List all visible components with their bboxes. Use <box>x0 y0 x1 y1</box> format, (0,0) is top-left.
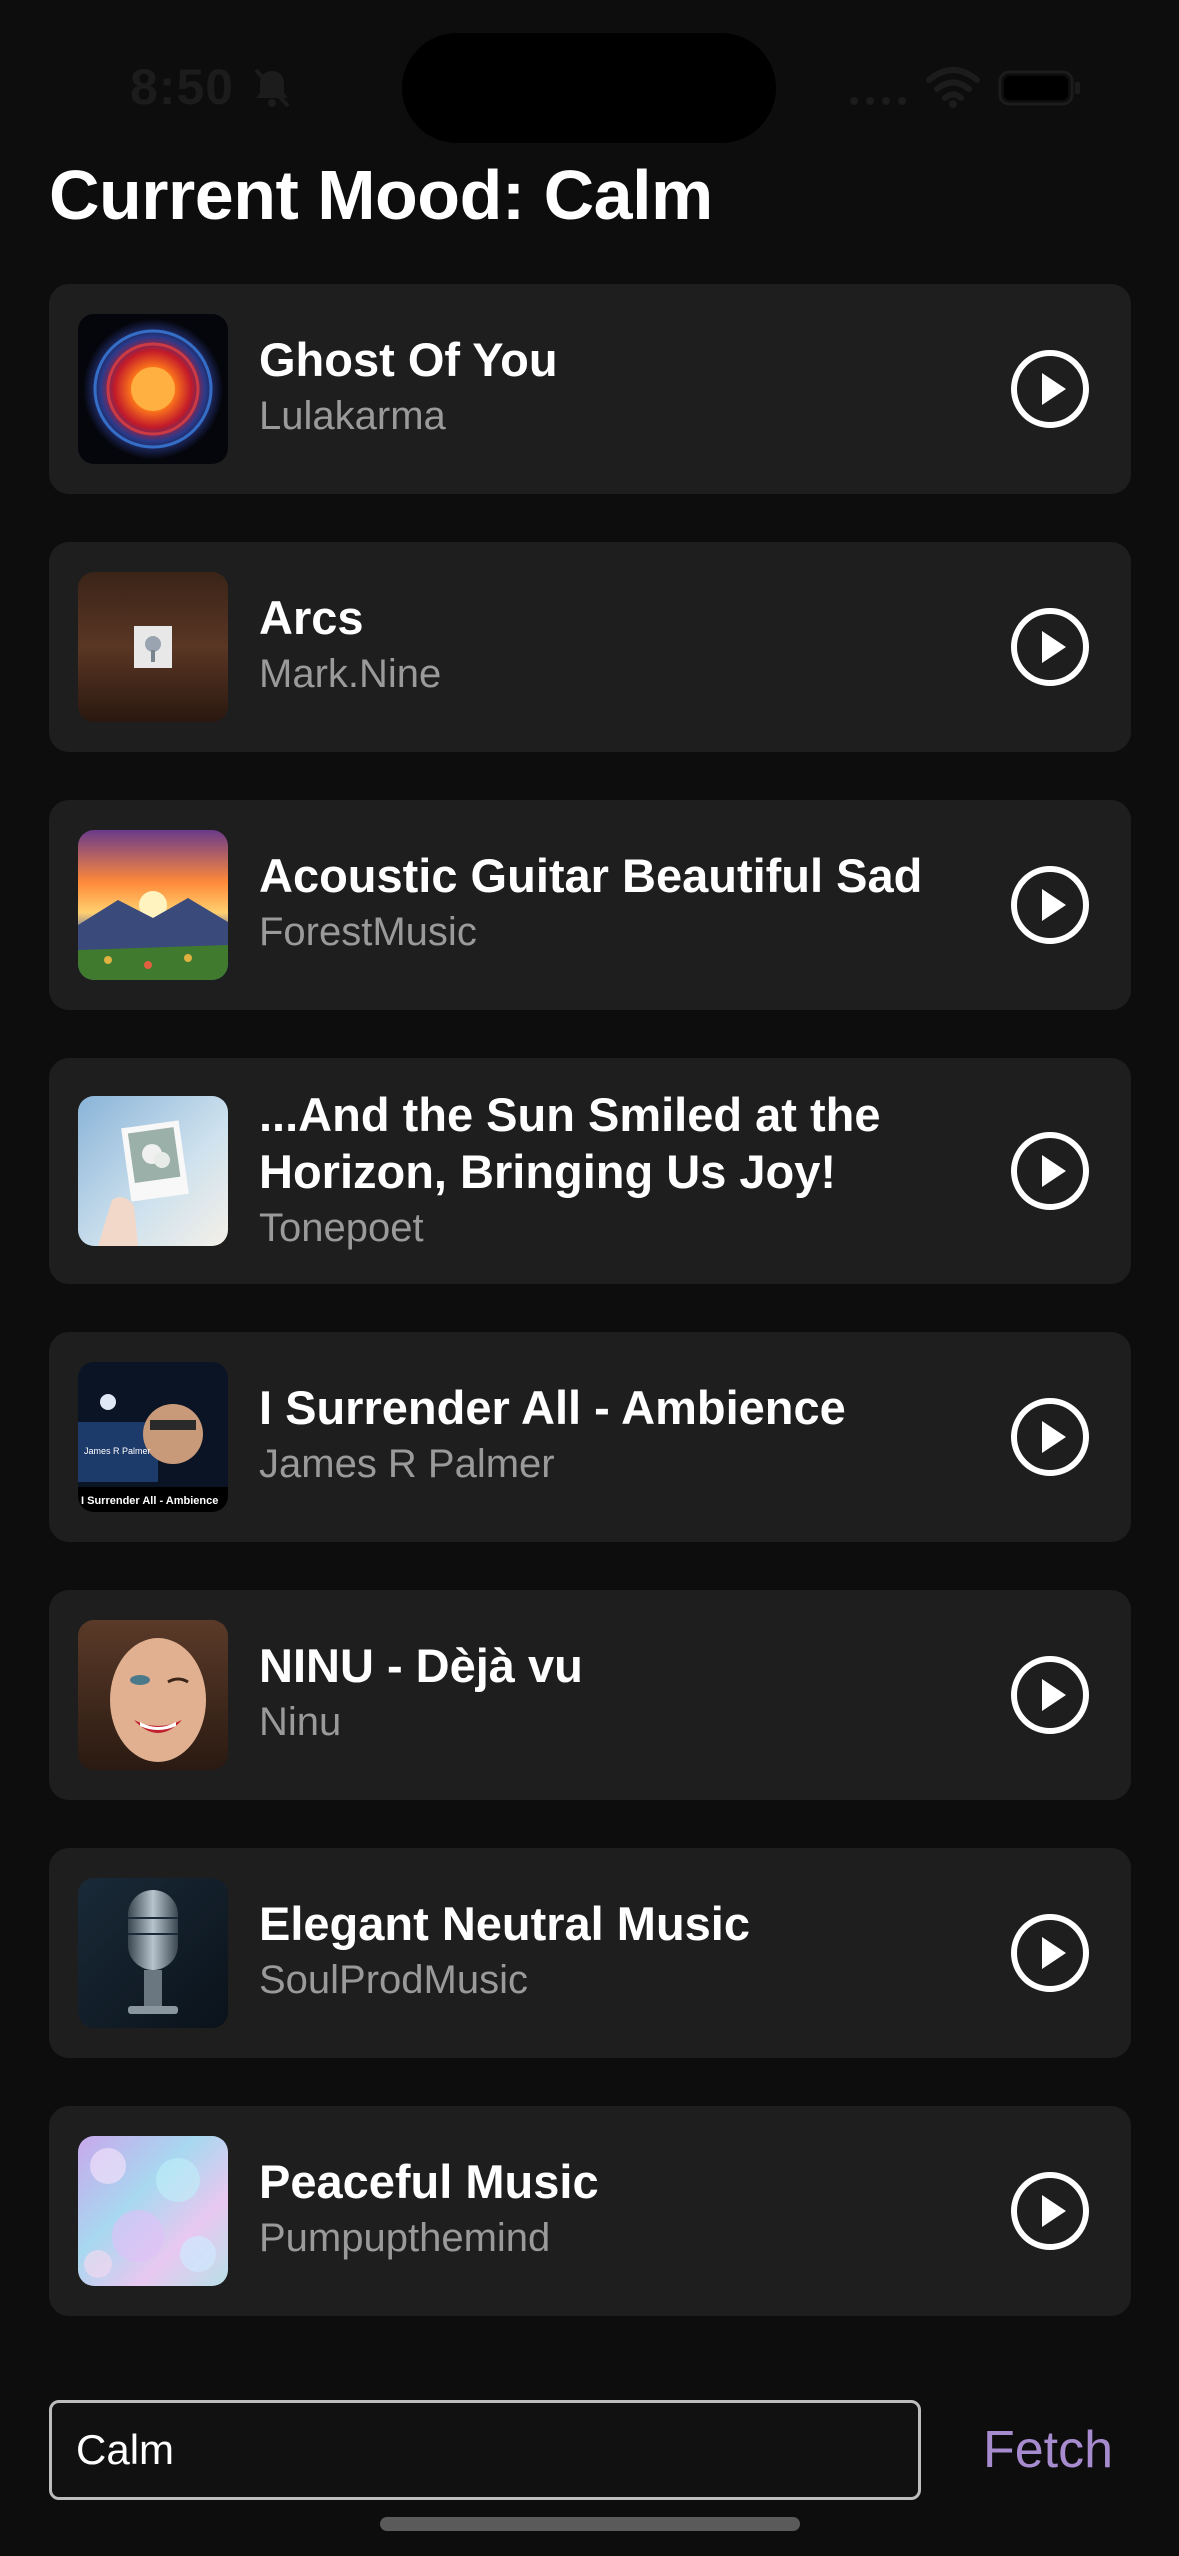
play-button[interactable] <box>1010 1655 1090 1735</box>
play-button[interactable] <box>1010 2171 1090 2251</box>
song-title: Elegant Neutral Music <box>259 1897 750 1950</box>
play-circle-icon <box>1011 1398 1089 1476</box>
song-text: ...And the Sun Smiled at the Horizon, Br… <box>259 1086 999 1254</box>
song-text: Peaceful Music Pumpupthemind <box>259 2153 999 2264</box>
song-card-arcs[interactable]: Arcs Mark.Nine <box>49 542 1131 752</box>
album-art <box>78 1620 228 1770</box>
battery-icon <box>998 70 1080 106</box>
album-art <box>78 1878 228 2028</box>
album-art <box>78 314 228 464</box>
song-card-elegant-neutral-music[interactable]: Elegant Neutral Music SoulProdMusic <box>49 1848 1131 2058</box>
song-text: Acoustic Guitar Beautiful Sad ForestMusi… <box>259 847 999 958</box>
song-title: Arcs <box>259 591 364 644</box>
song-text: NINU - Dèjà vu Ninu <box>259 1637 999 1748</box>
album-art: James R Palmer I Surrender All - Ambienc… <box>78 1362 228 1512</box>
bell-slash-icon <box>254 68 290 108</box>
play-button[interactable] <box>1010 1397 1090 1477</box>
album-art <box>78 2136 228 2286</box>
fetch-button[interactable]: Fetch <box>958 2400 1138 2500</box>
play-button[interactable] <box>1010 1913 1090 1993</box>
song-title: Acoustic Guitar Beautiful Sad <box>259 849 923 902</box>
song-text: Arcs Mark.Nine <box>259 589 999 700</box>
song-artist: ForestMusic <box>259 910 477 954</box>
song-title: NINU - Dèjà vu <box>259 1639 583 1692</box>
album-art <box>78 572 228 722</box>
play-circle-icon <box>1011 1656 1089 1734</box>
song-card-acoustic-guitar[interactable]: Acoustic Guitar Beautiful Sad ForestMusi… <box>49 800 1131 1010</box>
song-artist: Tonepoet <box>259 1206 424 1250</box>
status-bar: 8:50 <box>0 0 1179 150</box>
song-text: Ghost Of You Lulakarma <box>259 331 999 442</box>
song-text: I Surrender All - Ambience James R Palme… <box>259 1379 999 1490</box>
play-button[interactable] <box>1010 1131 1090 1211</box>
thumbnail-caption: I Surrender All - Ambience <box>81 1495 218 1507</box>
wifi-icon <box>926 67 980 108</box>
song-artist: Mark.Nine <box>259 652 442 696</box>
play-button[interactable] <box>1010 607 1090 687</box>
song-title: Ghost Of You <box>259 333 558 386</box>
song-artist: Pumpupthemind <box>259 2216 551 2260</box>
play-circle-icon <box>1011 2172 1089 2250</box>
song-card-i-surrender-all[interactable]: James R Palmer I Surrender All - Ambienc… <box>49 1332 1131 1542</box>
play-circle-icon <box>1011 608 1089 686</box>
play-button[interactable] <box>1010 349 1090 429</box>
song-title: Peaceful Music <box>259 2155 599 2208</box>
cellular-signal-icon <box>850 97 906 105</box>
page-title: Current Mood: Calm <box>49 156 713 234</box>
status-time: 8:50 <box>130 59 235 115</box>
play-circle-icon <box>1011 866 1089 944</box>
song-card-ghost-of-you[interactable]: Ghost Of You Lulakarma <box>49 284 1131 494</box>
song-card-peaceful-music[interactable]: Peaceful Music Pumpupthemind <box>49 2106 1131 2316</box>
song-artist: Lulakarma <box>259 394 446 438</box>
thumbnail-caption-name: James R Palmer <box>84 1446 151 1456</box>
dynamic-island <box>402 33 776 143</box>
song-card-sun-smiled[interactable]: ...And the Sun Smiled at the Horizon, Br… <box>49 1058 1131 1284</box>
play-circle-icon <box>1011 350 1089 428</box>
song-title: ...And the Sun Smiled at the Horizon, Br… <box>259 1088 881 1198</box>
album-art <box>78 1096 228 1246</box>
mood-input[interactable] <box>49 2400 921 2500</box>
song-artist: SoulProdMusic <box>259 1958 529 2002</box>
play-circle-icon <box>1011 1132 1089 1210</box>
song-text: Elegant Neutral Music SoulProdMusic <box>259 1895 999 2006</box>
play-button[interactable] <box>1010 865 1090 945</box>
album-art <box>78 830 228 980</box>
song-artist: Ninu <box>259 1700 342 1744</box>
song-title: I Surrender All - Ambience <box>259 1381 846 1434</box>
home-indicator[interactable] <box>380 2517 800 2531</box>
song-card-ninu-deja-vu[interactable]: NINU - Dèjà vu Ninu <box>49 1590 1131 1800</box>
play-circle-icon <box>1011 1914 1089 1992</box>
song-artist: James R Palmer <box>259 1442 555 1486</box>
